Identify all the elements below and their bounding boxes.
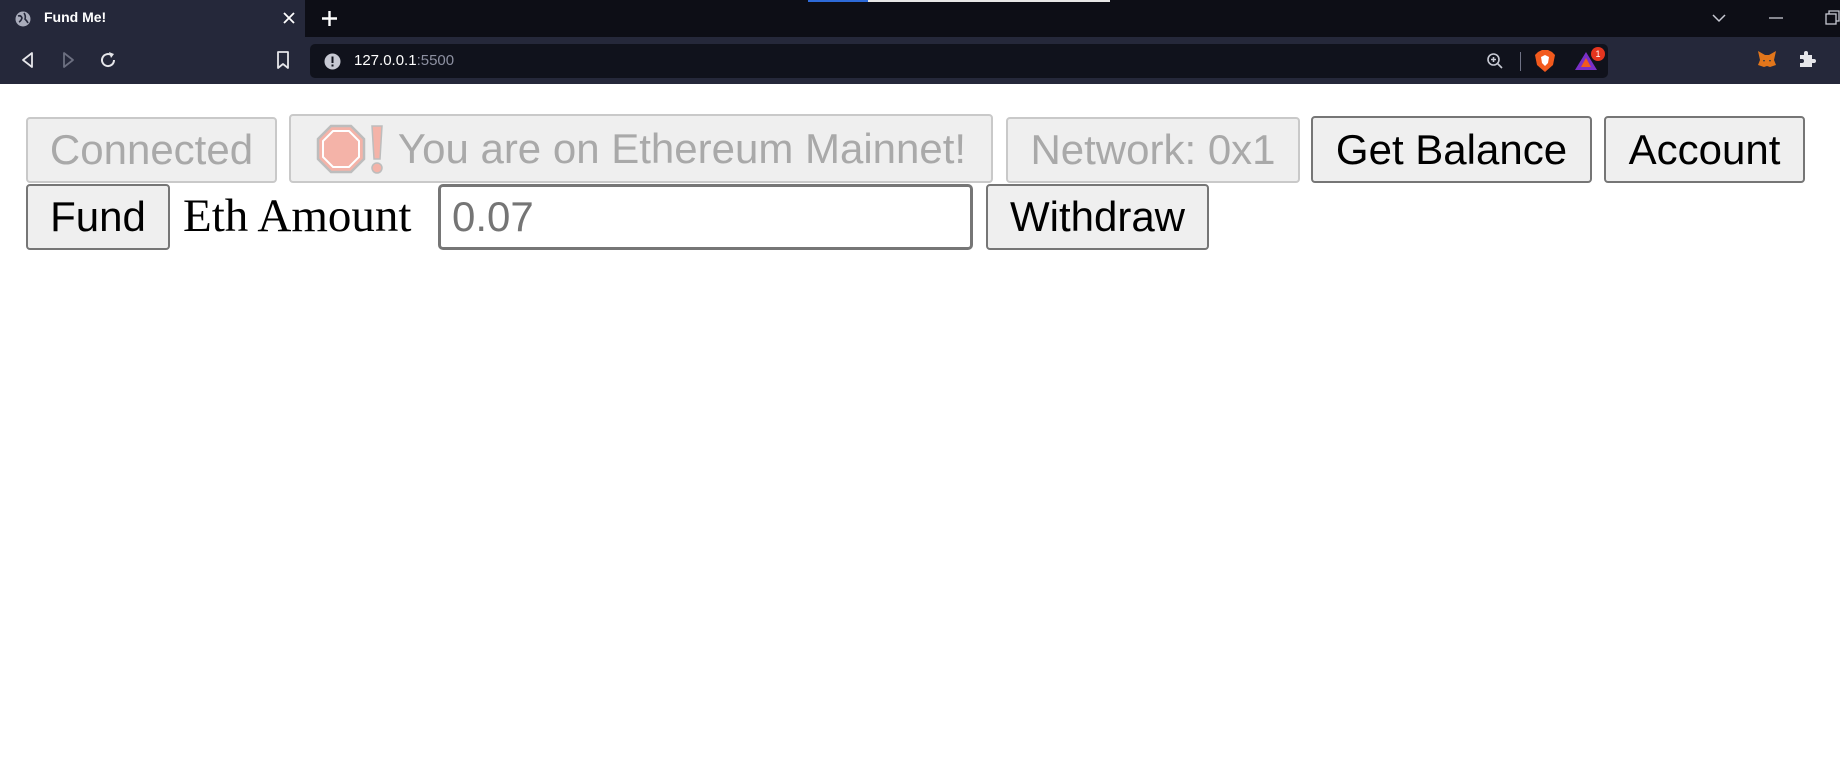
browser-toolbar: 127.0.0.1:5500 1	[0, 37, 1840, 84]
browser-tab-active[interactable]: Fund Me!	[0, 0, 305, 37]
url-text: 127.0.0.1:5500	[354, 52, 454, 69]
account-button[interactable]: Account	[1604, 116, 1805, 183]
reload-icon[interactable]	[97, 49, 119, 71]
warning-icons	[316, 123, 388, 175]
stop-sign-icon	[316, 124, 366, 173]
minimize-icon[interactable]	[1767, 9, 1785, 27]
address-bar[interactable]: 127.0.0.1:5500 1	[310, 44, 1608, 78]
rewards-badge: 1	[1591, 47, 1605, 61]
close-icon[interactable]	[282, 11, 296, 25]
network-id-button[interactable]: Network: 0x1	[1006, 117, 1300, 183]
extensions-puzzle-icon[interactable]	[1796, 48, 1818, 70]
fund-button[interactable]: Fund	[26, 184, 170, 250]
url-port: :5500	[416, 52, 455, 69]
eth-amount-input[interactable]	[438, 184, 973, 250]
tab-title: Fund Me!	[44, 9, 107, 25]
back-icon[interactable]	[17, 49, 39, 71]
loading-indicator-track	[868, 0, 1110, 2]
withdraw-button[interactable]: Withdraw	[986, 184, 1209, 250]
network-warning-text: You are on Ethereum Mainnet!	[397, 124, 967, 172]
restore-icon[interactable]	[1824, 9, 1840, 27]
metamask-fox-icon[interactable]	[1756, 48, 1778, 70]
get-balance-button[interactable]: Get Balance	[1311, 116, 1592, 183]
page-content: Connected You are on Ethereum Mainnet! N…	[0, 84, 1840, 767]
browser-tab-strip: Fund Me!	[0, 0, 1840, 37]
globe-icon	[15, 11, 31, 27]
exclamation-icon	[371, 124, 383, 174]
eth-amount-label: Eth Amount	[183, 190, 412, 242]
brave-shields-icon[interactable]	[1534, 49, 1556, 73]
network-warning-button[interactable]: You are on Ethereum Mainnet!	[289, 114, 993, 183]
zoom-icon[interactable]	[1486, 52, 1504, 70]
connect-button[interactable]: Connected	[26, 117, 277, 183]
divider	[1520, 52, 1521, 71]
url-host: 127.0.0.1	[354, 52, 417, 69]
chevron-down-icon[interactable]	[1710, 9, 1728, 27]
bookmark-icon[interactable]	[272, 49, 294, 71]
loading-indicator	[808, 0, 868, 2]
new-tab-icon[interactable]	[320, 9, 339, 28]
site-info-icon[interactable]	[324, 53, 341, 70]
forward-icon[interactable]	[57, 49, 79, 71]
